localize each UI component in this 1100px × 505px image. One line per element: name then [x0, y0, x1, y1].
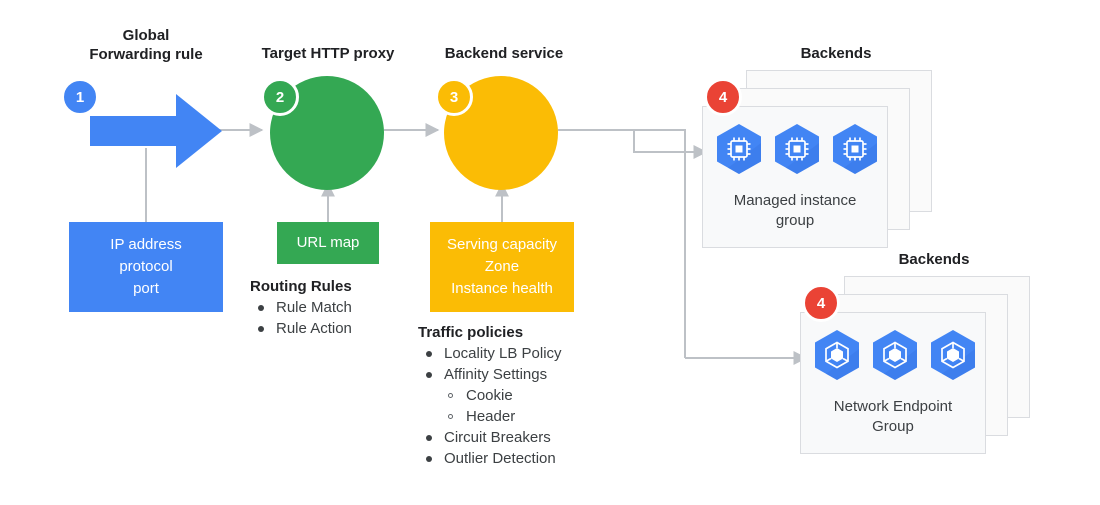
url-map-box: URL map — [277, 222, 379, 264]
network-endpoint-hexagon-icon — [931, 330, 975, 380]
badge-4-neg: 4 — [802, 284, 840, 322]
list-item: Affinity Settings — [418, 364, 678, 385]
traffic-policies-block: Traffic policies Locality LB Policy Affi… — [418, 324, 678, 469]
cpu-chip-hexagon-icon — [717, 124, 761, 174]
forwarding-rule-heading: Global Forwarding rule — [89, 27, 203, 63]
diagram-canvas: Global Forwarding rule 1 IP address prot… — [0, 0, 1100, 505]
list-item: Circuit Breakers — [418, 427, 678, 448]
list-item: Locality LB Policy — [418, 343, 678, 364]
badge-2: 2 — [261, 78, 299, 116]
backends-mig-heading: Backends — [800, 45, 872, 62]
network-endpoint-hexagon-icon — [873, 330, 917, 380]
list-item: Outlier Detection — [418, 448, 678, 469]
network-endpoint-hexagon-icon — [815, 330, 859, 380]
mig-icon-row — [715, 123, 879, 175]
list-item: Cookie — [418, 385, 678, 406]
list-item: Header — [418, 406, 678, 427]
badge-3: 3 — [435, 78, 473, 116]
traffic-policies-title: Traffic policies — [418, 324, 524, 341]
cpu-chip-hexagon-icon — [833, 124, 877, 174]
neg-icon-row — [813, 329, 977, 381]
backend-card-front: Network Endpoint Group — [800, 312, 986, 454]
forwarding-rule-detail-box: IP address protocol port — [69, 222, 223, 312]
list-item: Rule Match — [250, 297, 450, 318]
cpu-chip-hexagon-icon — [775, 124, 819, 174]
target-proxy-heading: Target HTTP proxy — [261, 45, 395, 62]
backends-neg-heading: Backends — [898, 251, 970, 268]
routing-rules-title: Routing Rules — [250, 278, 352, 295]
right-arrow-icon — [90, 94, 222, 168]
neg-label: Network Endpoint Group — [833, 398, 953, 435]
badge-1: 1 — [61, 78, 99, 116]
badge-4-mig: 4 — [704, 78, 742, 116]
mig-label: Managed instance group — [733, 192, 857, 229]
backend-card-front: Managed instance group — [702, 106, 888, 248]
traffic-policies-list: Locality LB Policy Affinity Settings Coo… — [418, 343, 678, 469]
backend-service-detail-box: Serving capacity Zone Instance health — [430, 222, 574, 312]
backend-service-heading: Backend service — [444, 45, 564, 62]
